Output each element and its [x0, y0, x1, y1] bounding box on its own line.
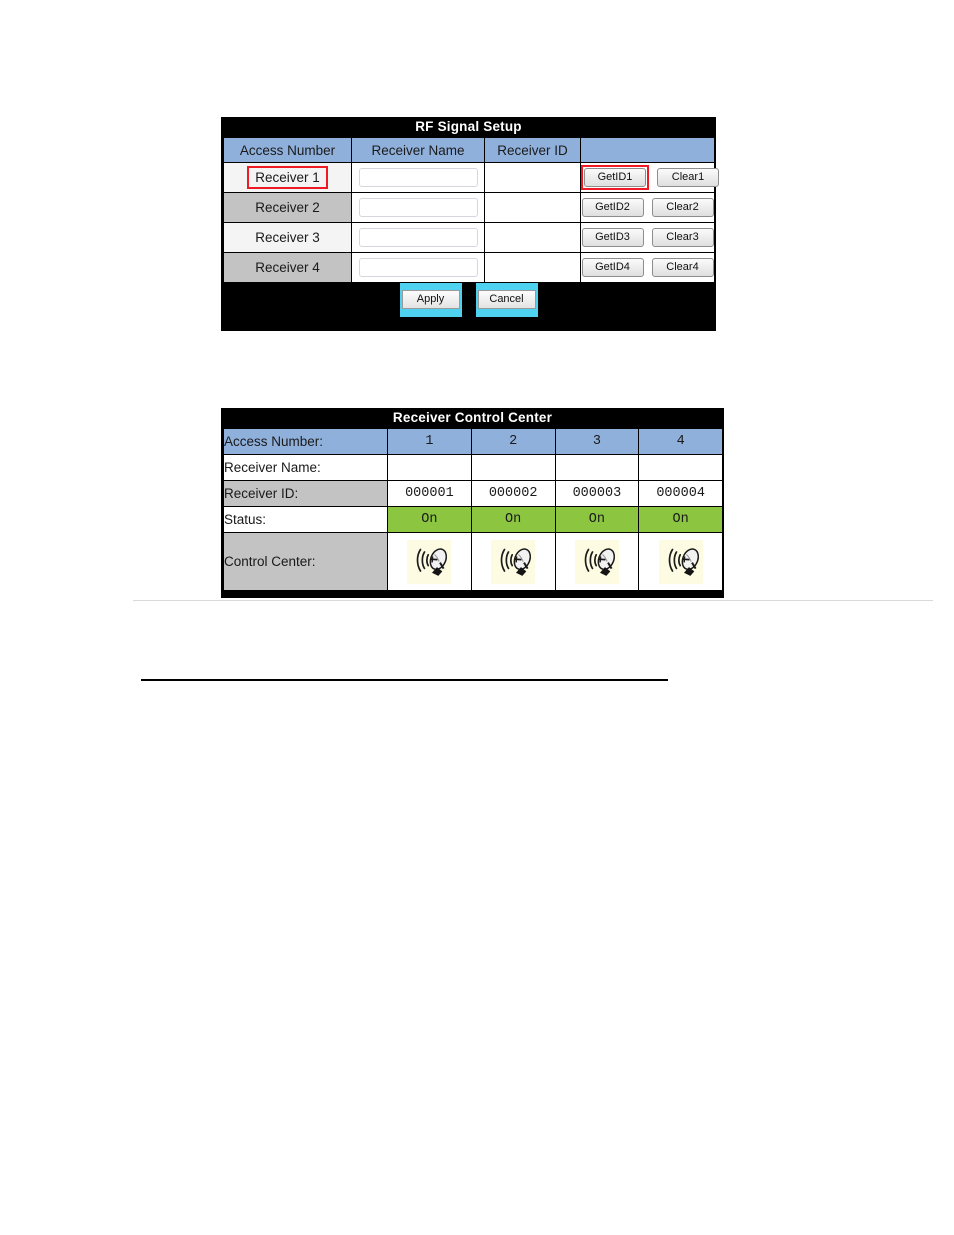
cancel-button-focus-ring: Cancel	[475, 283, 538, 317]
receiver-name-value-2	[470, 454, 556, 481]
actions-cell-3: GetID3 Clear3	[580, 222, 715, 253]
access-number-cell-1: Receiver 1	[223, 162, 352, 193]
rf-signal-setup-table: Access Number Receiver Name Receiver ID …	[223, 137, 719, 283]
rf-signal-setup-title: RF Signal Setup	[415, 119, 522, 134]
access-number-value-2: 2	[470, 428, 556, 455]
access-number-cell-2: Receiver 2	[223, 192, 352, 223]
clear-button-2[interactable]: Clear2	[651, 198, 714, 217]
access-number-row: Access Number: 1 2 3 4	[223, 428, 723, 455]
row-label-access-number: Access Number:	[223, 428, 388, 455]
receiver-id-cell-4	[484, 252, 581, 283]
receiver-id-value-4: 000004	[638, 480, 723, 507]
receiver-id-cell-1	[484, 162, 581, 193]
receiver-name-input-2[interactable]	[358, 198, 478, 217]
actions-cell-2: GetID2 Clear2	[580, 192, 715, 223]
satellite-dish-icon-3[interactable]	[574, 539, 619, 584]
table-row: Receiver 4 GetID4 Clear4	[223, 252, 715, 283]
receiver-id-row: Receiver ID: 000001 000002 000003 000004	[223, 480, 723, 507]
clear-button-1-wrap: Clear1	[657, 168, 719, 187]
actions-cell-1: GetID1 Clear1	[580, 162, 719, 193]
apply-button[interactable]: Apply	[401, 290, 460, 310]
get-id-button-3-wrap: GetID3	[581, 228, 644, 247]
control-center-row: Control Center:	[223, 532, 723, 591]
access-number-value-4: 4	[638, 428, 723, 455]
receiver-control-center-panel: Receiver Control Center Access Number: 1…	[221, 408, 724, 598]
table-row: Receiver 2 GetID2 Clear2	[223, 192, 715, 223]
column-header-access-number: Access Number	[223, 137, 352, 163]
receiver-id-cell-3	[484, 222, 581, 253]
status-badge-1: On	[387, 506, 472, 533]
receiver-name-cell-2	[351, 192, 485, 223]
receiver-id-value-2: 000002	[470, 480, 556, 507]
satellite-dish-icon-2[interactable]	[491, 539, 536, 584]
access-number-label-2: Receiver 2	[255, 200, 320, 215]
status-row: Status: On On On On	[223, 506, 723, 533]
actions-cell-4: GetID4 Clear4	[580, 252, 715, 283]
get-id-button-1-highlight: GetID1	[581, 165, 649, 190]
row-label-receiver-id: Receiver ID:	[223, 480, 388, 507]
clear-button-3[interactable]: Clear3	[651, 228, 714, 247]
receiver-name-input-4[interactable]	[358, 258, 478, 277]
access-number-cell-4: Receiver 4	[223, 252, 352, 283]
table-row: Receiver 1 GetID1 Clear1	[223, 162, 719, 193]
receiver-name-cell-4	[351, 252, 485, 283]
table-header-row: Access Number Receiver Name Receiver ID	[223, 137, 715, 163]
control-center-cell-2[interactable]	[470, 532, 556, 591]
column-header-actions	[580, 137, 715, 163]
get-id-button-4[interactable]: GetID4	[581, 258, 644, 277]
get-id-button-2[interactable]: GetID2	[581, 198, 644, 217]
receiver-id-value-3: 000003	[554, 480, 640, 507]
row-label-receiver-name: Receiver Name:	[223, 454, 388, 481]
access-number-cell-3: Receiver 3	[223, 222, 352, 253]
status-badge-3: On	[554, 506, 640, 533]
receiver-id-cell-2	[484, 192, 581, 223]
access-number-value-1: 1	[387, 428, 472, 455]
clear-button-3-wrap: Clear3	[651, 228, 714, 247]
rf-signal-setup-panel: RF Signal Setup Access Number Receiver N…	[221, 117, 719, 331]
cancel-button[interactable]: Cancel	[477, 290, 536, 310]
receiver-name-value-4	[638, 454, 723, 481]
row-label-control-center: Control Center:	[223, 532, 388, 591]
status-badge-2: On	[470, 506, 556, 533]
clear-button-1[interactable]: Clear1	[657, 168, 719, 187]
clear-button-4[interactable]: Clear4	[651, 258, 714, 277]
rf-signal-setup-footer: Apply Cancel	[221, 283, 716, 317]
access-number-label-4: Receiver 4	[255, 260, 320, 275]
receiver-name-input-1[interactable]	[358, 168, 478, 187]
access-number-label-1: Receiver 1	[247, 166, 328, 189]
table-row: Receiver 3 GetID3 Clear3	[223, 222, 715, 253]
control-center-cell-1[interactable]	[387, 532, 472, 591]
column-header-receiver-id: Receiver ID	[484, 137, 581, 163]
receiver-name-cell-1	[351, 162, 485, 193]
access-number-label-3: Receiver 3	[255, 230, 320, 245]
status-badge-4: On	[638, 506, 723, 533]
row-label-status: Status:	[223, 506, 388, 533]
control-center-cell-3[interactable]	[554, 532, 640, 591]
get-id-button-2-wrap: GetID2	[581, 198, 644, 217]
satellite-dish-icon-1[interactable]	[407, 539, 452, 584]
page-divider-rule	[141, 679, 668, 682]
receiver-name-row: Receiver Name:	[223, 454, 723, 481]
receiver-name-value-3	[554, 454, 640, 481]
clear-button-2-wrap: Clear2	[651, 198, 714, 217]
receiver-name-cell-3	[351, 222, 485, 253]
page-divider-light	[133, 600, 933, 601]
get-id-button-4-wrap: GetID4	[581, 258, 644, 277]
apply-button-focus-ring: Apply	[399, 283, 462, 317]
control-center-cell-4[interactable]	[638, 532, 723, 591]
get-id-button-1[interactable]: GetID1	[584, 168, 646, 187]
satellite-dish-icon-4[interactable]	[658, 539, 703, 584]
access-number-value-3: 3	[554, 428, 640, 455]
receiver-control-center-table: Access Number: 1 2 3 4 Receiver Name: Re…	[223, 428, 723, 591]
clear-button-4-wrap: Clear4	[651, 258, 714, 277]
receiver-control-center-title: Receiver Control Center	[392, 410, 553, 425]
receiver-id-value-1: 000001	[387, 480, 472, 507]
column-header-receiver-name: Receiver Name	[351, 137, 485, 163]
receiver-name-input-3[interactable]	[358, 228, 478, 247]
receiver-name-value-1	[387, 454, 472, 481]
get-id-button-3[interactable]: GetID3	[581, 228, 644, 247]
